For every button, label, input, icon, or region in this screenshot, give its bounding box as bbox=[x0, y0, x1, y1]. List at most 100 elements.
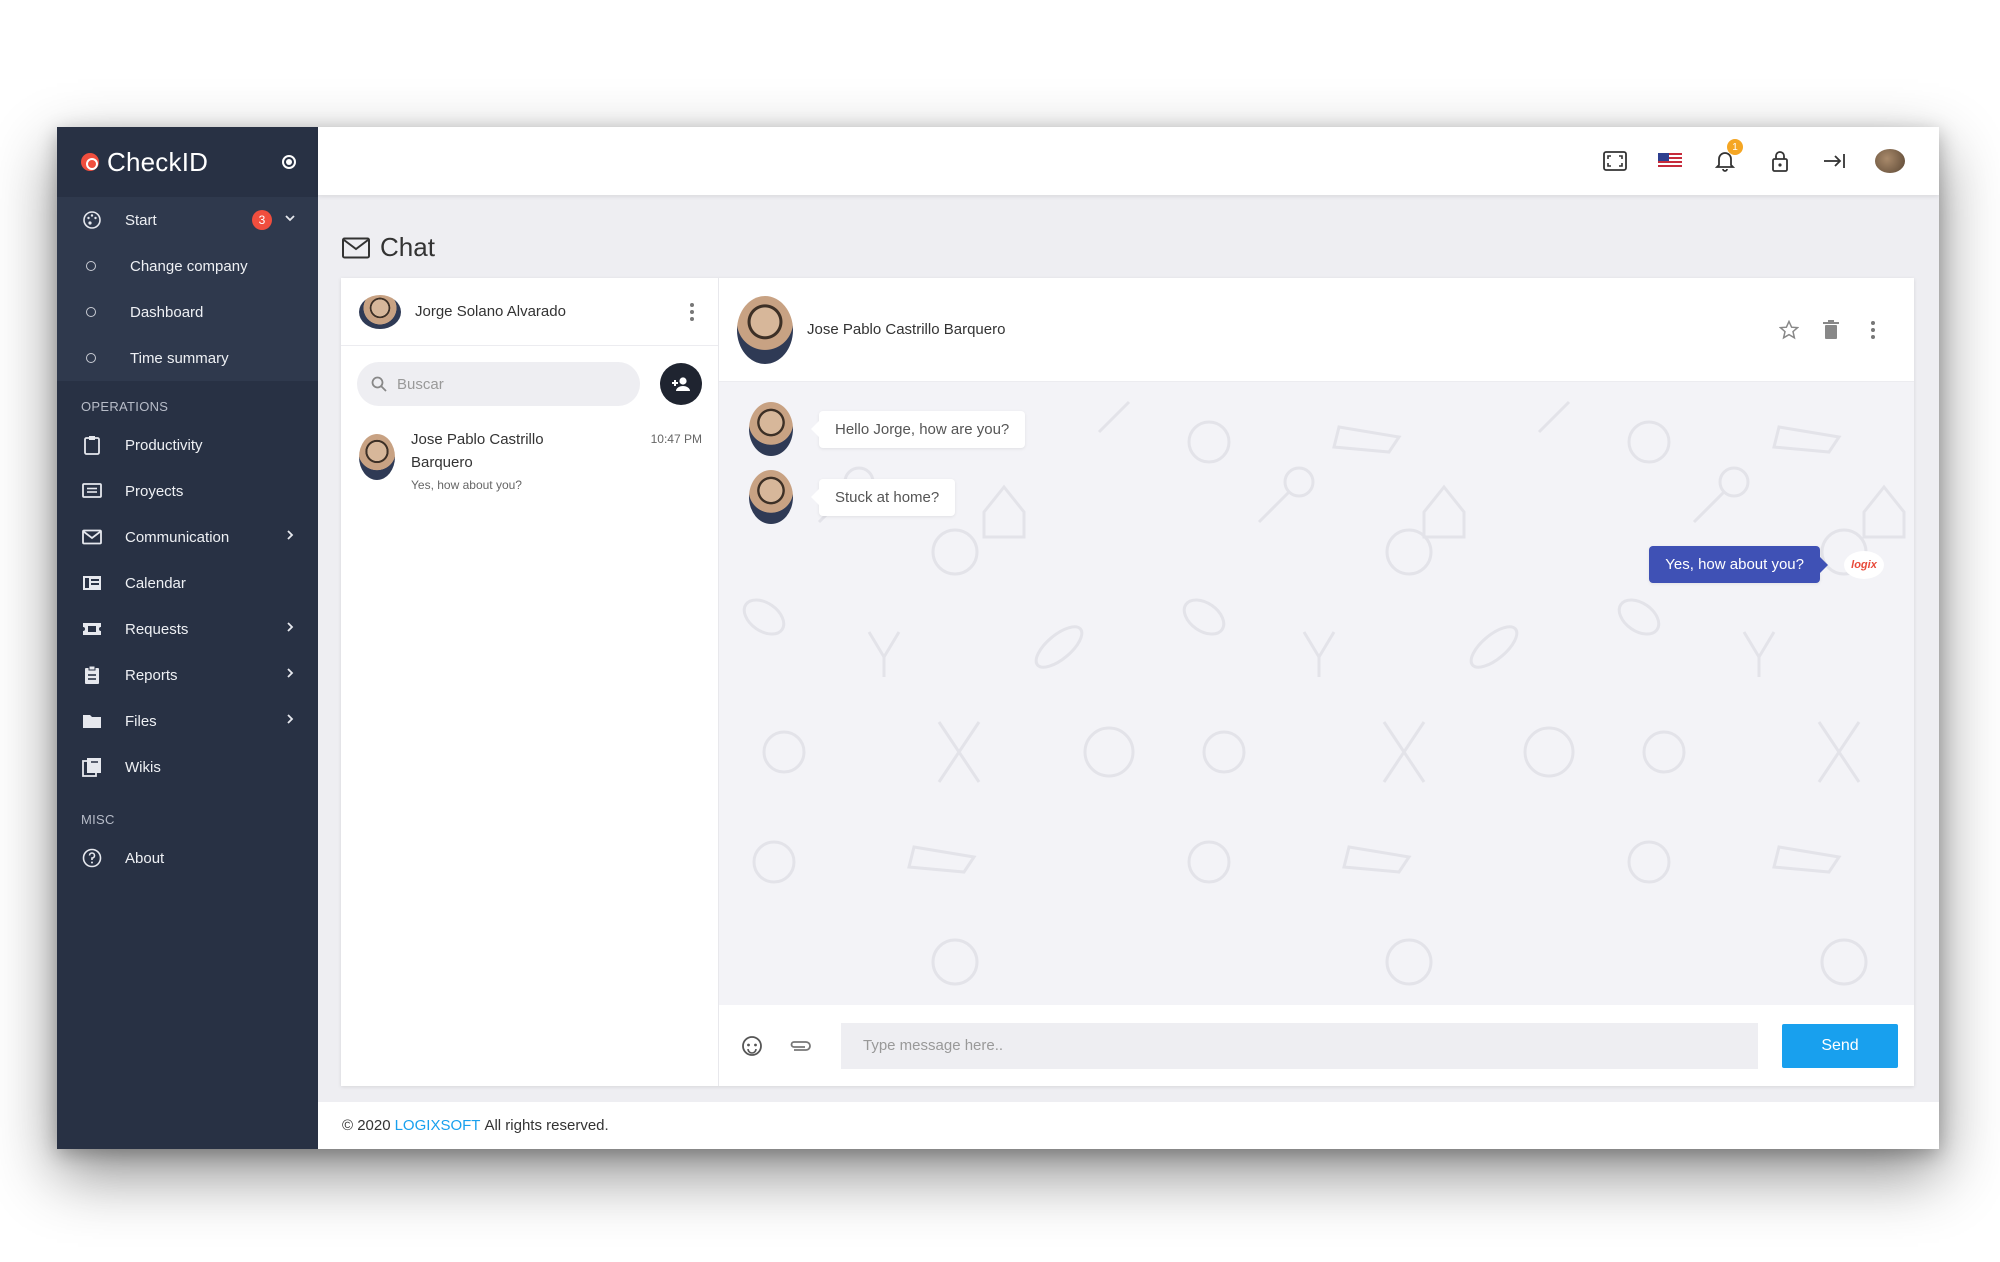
message-row-outgoing: Yes, how about you? logix bbox=[1649, 546, 1884, 583]
notification-badge: 1 bbox=[1727, 139, 1743, 155]
current-user-name: Jorge Solano Alvarado bbox=[415, 303, 566, 320]
sidebar-item-label: Proyects bbox=[125, 482, 184, 500]
search-icon bbox=[371, 376, 387, 392]
sidebar-subitem-dashboard[interactable]: Dashboard bbox=[57, 289, 318, 335]
sidebar-item-about[interactable]: About bbox=[57, 835, 318, 881]
avatar bbox=[359, 434, 395, 480]
chevron-right-icon bbox=[284, 528, 296, 546]
attach-button[interactable] bbox=[785, 1039, 815, 1053]
sidebar-item-label: Dashboard bbox=[130, 303, 204, 321]
chevron-right-icon bbox=[284, 712, 296, 730]
thread-header: Jose Pablo Castrillo Barquero bbox=[719, 278, 1914, 382]
mail-icon bbox=[342, 237, 370, 258]
avatar bbox=[749, 402, 793, 456]
avatar bbox=[1874, 149, 1905, 173]
conversation-name: Jose Pablo Castrillo Barquero bbox=[411, 431, 544, 471]
sidebar-toggle-icon[interactable] bbox=[282, 155, 296, 169]
search-input[interactable] bbox=[397, 375, 617, 393]
sidebar-item-label: About bbox=[125, 849, 165, 867]
sidebar-item-start[interactable]: Start 3 bbox=[57, 197, 318, 243]
sidebar-item-requests[interactable]: Requests bbox=[57, 606, 318, 652]
star-button[interactable] bbox=[1768, 314, 1810, 346]
brand: CheckID bbox=[57, 127, 318, 197]
search-row bbox=[341, 346, 718, 406]
emoji-button[interactable] bbox=[737, 1035, 767, 1057]
circle-icon bbox=[86, 307, 96, 317]
logout-button[interactable] bbox=[1807, 141, 1862, 181]
message-row: Stuck at home? bbox=[749, 470, 956, 524]
avatar bbox=[359, 294, 401, 329]
clipboard-icon bbox=[81, 434, 103, 456]
sidebar-item-label: Communication bbox=[125, 528, 230, 546]
message-composer: Send bbox=[719, 1005, 1914, 1086]
user-menu-button[interactable] bbox=[1862, 141, 1917, 181]
fullscreen-button[interactable] bbox=[1587, 141, 1642, 181]
footer-rights: All rights reserved. bbox=[484, 1117, 609, 1134]
message-bubble-outgoing: Yes, how about you? bbox=[1649, 546, 1820, 583]
emoji-icon bbox=[742, 1035, 762, 1056]
logout-icon bbox=[1823, 154, 1845, 168]
message-bubble: Stuck at home? bbox=[819, 478, 956, 516]
page-title-text: Chat bbox=[380, 232, 435, 262]
start-group: Start 3 Change company Dashboard Time su… bbox=[57, 197, 318, 381]
sidebar-item-productivity[interactable]: Productivity bbox=[57, 422, 318, 468]
sidebar-item-label: Wikis bbox=[125, 758, 161, 776]
footer-copyright: © 2020 bbox=[342, 1117, 391, 1134]
report-icon bbox=[81, 664, 103, 686]
thread-contact-name: Jose Pablo Castrillo Barquero bbox=[807, 321, 1006, 338]
add-person-icon bbox=[672, 377, 690, 391]
chevron-right-icon bbox=[284, 620, 296, 638]
trash-icon bbox=[1823, 319, 1839, 339]
mail-icon bbox=[81, 526, 103, 548]
sidebar-item-communication[interactable]: Communication bbox=[57, 514, 318, 560]
project-icon bbox=[81, 480, 103, 502]
conversation-time: 10:47 PM bbox=[650, 432, 702, 446]
sidebar-item-label: Productivity bbox=[125, 436, 203, 454]
conversation-body: Jose Pablo Castrillo Barquero Yes, how a… bbox=[411, 428, 651, 492]
send-button[interactable]: Send bbox=[1782, 1023, 1898, 1068]
message-bubble: Hello Jorge, how are you? bbox=[819, 410, 1026, 448]
section-title-misc: MISC bbox=[81, 812, 115, 827]
fullscreen-icon bbox=[1602, 151, 1627, 171]
add-contact-button[interactable] bbox=[660, 363, 702, 405]
conversation-item[interactable]: Jose Pablo Castrillo Barquero Yes, how a… bbox=[341, 406, 718, 492]
notifications-button[interactable]: 1 bbox=[1697, 139, 1752, 181]
more-vert-icon bbox=[1863, 318, 1883, 342]
lock-button[interactable] bbox=[1752, 141, 1807, 181]
lock-icon bbox=[1771, 151, 1788, 172]
chevron-down-icon bbox=[284, 211, 296, 229]
sidebar-item-files[interactable]: Files bbox=[57, 698, 318, 744]
current-user-row: Jorge Solano Alvarado bbox=[341, 278, 718, 346]
sidebar: CheckID Start 3 Change company Dashboard… bbox=[57, 127, 318, 1149]
sidebar-item-calendar[interactable]: Calendar bbox=[57, 560, 318, 606]
sidebar-item-wikis[interactable]: Wikis bbox=[57, 744, 318, 790]
checkid-logo-icon bbox=[81, 153, 99, 171]
section-title-operations: OPERATIONS bbox=[81, 399, 169, 414]
sidebar-item-proyects[interactable]: Proyects bbox=[57, 468, 318, 514]
footer-company-link[interactable]: LOGIXSOFT bbox=[395, 1117, 481, 1134]
circle-icon bbox=[86, 353, 96, 363]
ticket-icon bbox=[81, 618, 103, 640]
sidebar-item-label: Requests bbox=[125, 620, 189, 638]
sidebar-subitem-time-summary[interactable]: Time summary bbox=[57, 335, 318, 381]
sidebar-item-label: Start bbox=[125, 211, 157, 229]
sidebar-subitem-change-company[interactable]: Change company bbox=[57, 243, 318, 289]
message-input[interactable] bbox=[841, 1022, 1758, 1069]
app-name: CheckID bbox=[107, 146, 209, 177]
sidebar-item-label: Reports bbox=[125, 666, 178, 684]
thread-more-button[interactable] bbox=[1852, 314, 1894, 346]
sidebar-item-label: Files bbox=[125, 712, 157, 730]
more-vert-icon[interactable] bbox=[682, 300, 702, 324]
footer: © 2020 LOGIXSOFT All rights reserved. bbox=[318, 1102, 1939, 1149]
calendar-icon bbox=[81, 572, 103, 594]
wiki-icon bbox=[81, 756, 103, 778]
sidebar-item-label: Calendar bbox=[125, 574, 186, 592]
delete-button[interactable] bbox=[1810, 314, 1852, 346]
language-button[interactable] bbox=[1642, 141, 1697, 181]
help-icon bbox=[81, 847, 103, 869]
chat-card: Jorge Solano Alvarado Jose Pablo Castril… bbox=[341, 278, 1914, 1086]
sidebar-item-reports[interactable]: Reports bbox=[57, 652, 318, 698]
page-title: Chat bbox=[342, 232, 435, 263]
chat-thread: Jose Pablo Castrillo Barquero Hello Jorg… bbox=[719, 278, 1914, 1086]
palette-icon bbox=[81, 209, 103, 231]
